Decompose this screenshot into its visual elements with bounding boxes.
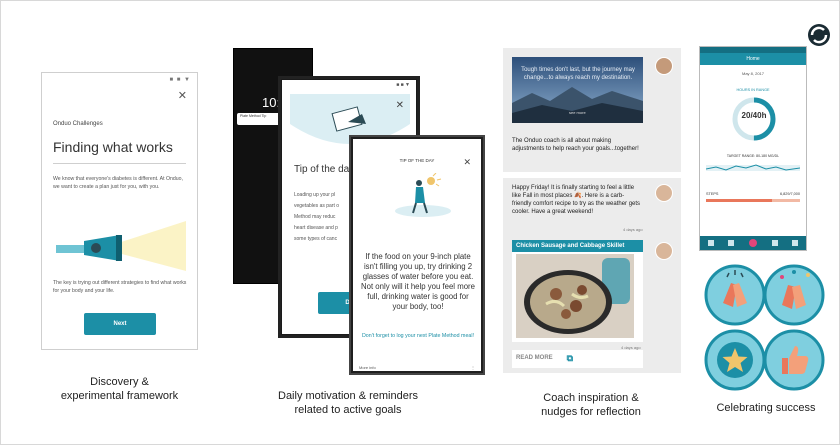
caption-discovery: Discovery & experimental framework — [60, 376, 179, 402]
tip-detail-text: If the food on your 9-inch plate isn't f… — [361, 252, 475, 311]
coach-avatar — [655, 57, 673, 75]
caption-celebrate: Celebrating success — [716, 402, 816, 414]
skillet-photo — [516, 254, 634, 338]
read-more-label: READ MORE — [516, 355, 553, 361]
quote-link[interactable]: see more — [569, 110, 586, 115]
caption-coach: Coach inspiration & nudges for reflectio… — [541, 392, 641, 418]
tip-text: Loading up your pl vegetables as part o … — [294, 192, 340, 242]
status-bar-icons: ■ ■ ▼ — [396, 82, 410, 88]
coach-message: Happy Friday! It is finally starting to … — [512, 185, 641, 215]
notification-text: Plate Method Tip — [240, 114, 267, 118]
tip-detail-screen: TIP OF THE DAY ✕ If the food on your 9-i… — [351, 137, 483, 373]
home-dashboard-screen: Home May 8, 2017 HOURS IN RANGE 20/40h T… — [699, 46, 807, 251]
person-drinking-illustration-icon — [395, 173, 451, 217]
glucose-graph — [706, 164, 800, 171]
log-meal-link[interactable]: Don't forget to log your next Plate Meth… — [361, 331, 475, 341]
message-timestamp: 4 days ago — [623, 227, 643, 232]
screen-supertitle: Onduo Challenges — [53, 121, 103, 127]
divider — [53, 163, 186, 164]
coach-quote: Tough times don't last, but the journey … — [521, 67, 635, 81]
steps-label: STEPS — [706, 192, 719, 196]
external-link-icon: ⧉ — [566, 353, 573, 363]
coach-avatar — [655, 184, 673, 202]
screen-title: Finding what works — [53, 139, 173, 155]
steps-progress-bar — [706, 199, 800, 202]
coach-message: The Onduo coach is all about making adju… — [512, 138, 639, 152]
target-range-label: TARGET RANGE: 80-180 MG/DL — [726, 154, 780, 158]
clapping-badge-icon — [763, 264, 825, 326]
recipe-title: Chicken Sausage and Cabbage Skillet — [512, 240, 643, 252]
strategy-text: The key is trying out different strategi… — [53, 280, 187, 294]
status-bar-icons: ■ ■ ▼ — [169, 77, 191, 83]
high-five-badge-icon — [704, 264, 766, 326]
date-selector[interactable]: May 8, 2017 — [700, 71, 806, 76]
intro-text: We know that everyone's diabetes is diff… — [53, 176, 183, 190]
tip-supertitle: TIP OF THE DAY — [399, 158, 435, 163]
star-badge-icon — [704, 329, 766, 391]
slide: ■ ■ ▼ ✕ Onduo Challenges Finding what wo… — [0, 0, 840, 445]
coach-chat-screen: Tough times don't last, but the journey … — [503, 48, 681, 373]
tip-title: Tip of the day — [294, 164, 355, 175]
steps-value: 6,829/7,000 — [779, 192, 800, 196]
caption-motivation: Daily motivation & reminders related to … — [278, 390, 418, 416]
hours-value: 20/40h — [741, 111, 767, 120]
divider — [503, 172, 681, 178]
close-icon[interactable]: ✕ — [463, 157, 471, 168]
hours-in-range-label: HOURS IN RANGE — [736, 88, 770, 92]
more-icon[interactable]: ⋮ — [471, 365, 475, 370]
close-icon[interactable]: ✕ — [396, 100, 404, 111]
read-more-button[interactable]: READ MORE ⧉ — [512, 350, 643, 368]
challenge-intro-screen: ■ ■ ▼ ✕ Onduo Challenges Finding what wo… — [41, 72, 198, 350]
thumbs-up-badge-icon — [763, 329, 825, 391]
more-info-link[interactable]: More info — [359, 365, 376, 370]
onduo-logo-icon — [808, 24, 830, 46]
flashlight-illustration-icon — [56, 221, 186, 271]
next-button[interactable]: Next — [84, 313, 156, 335]
header-title: Home — [700, 53, 806, 65]
close-icon[interactable]: ✕ — [178, 89, 187, 102]
coach-avatar — [655, 242, 673, 260]
recipe-card[interactable]: Chicken Sausage and Cabbage Skillet — [512, 240, 643, 342]
bottom-nav[interactable] — [700, 236, 806, 250]
